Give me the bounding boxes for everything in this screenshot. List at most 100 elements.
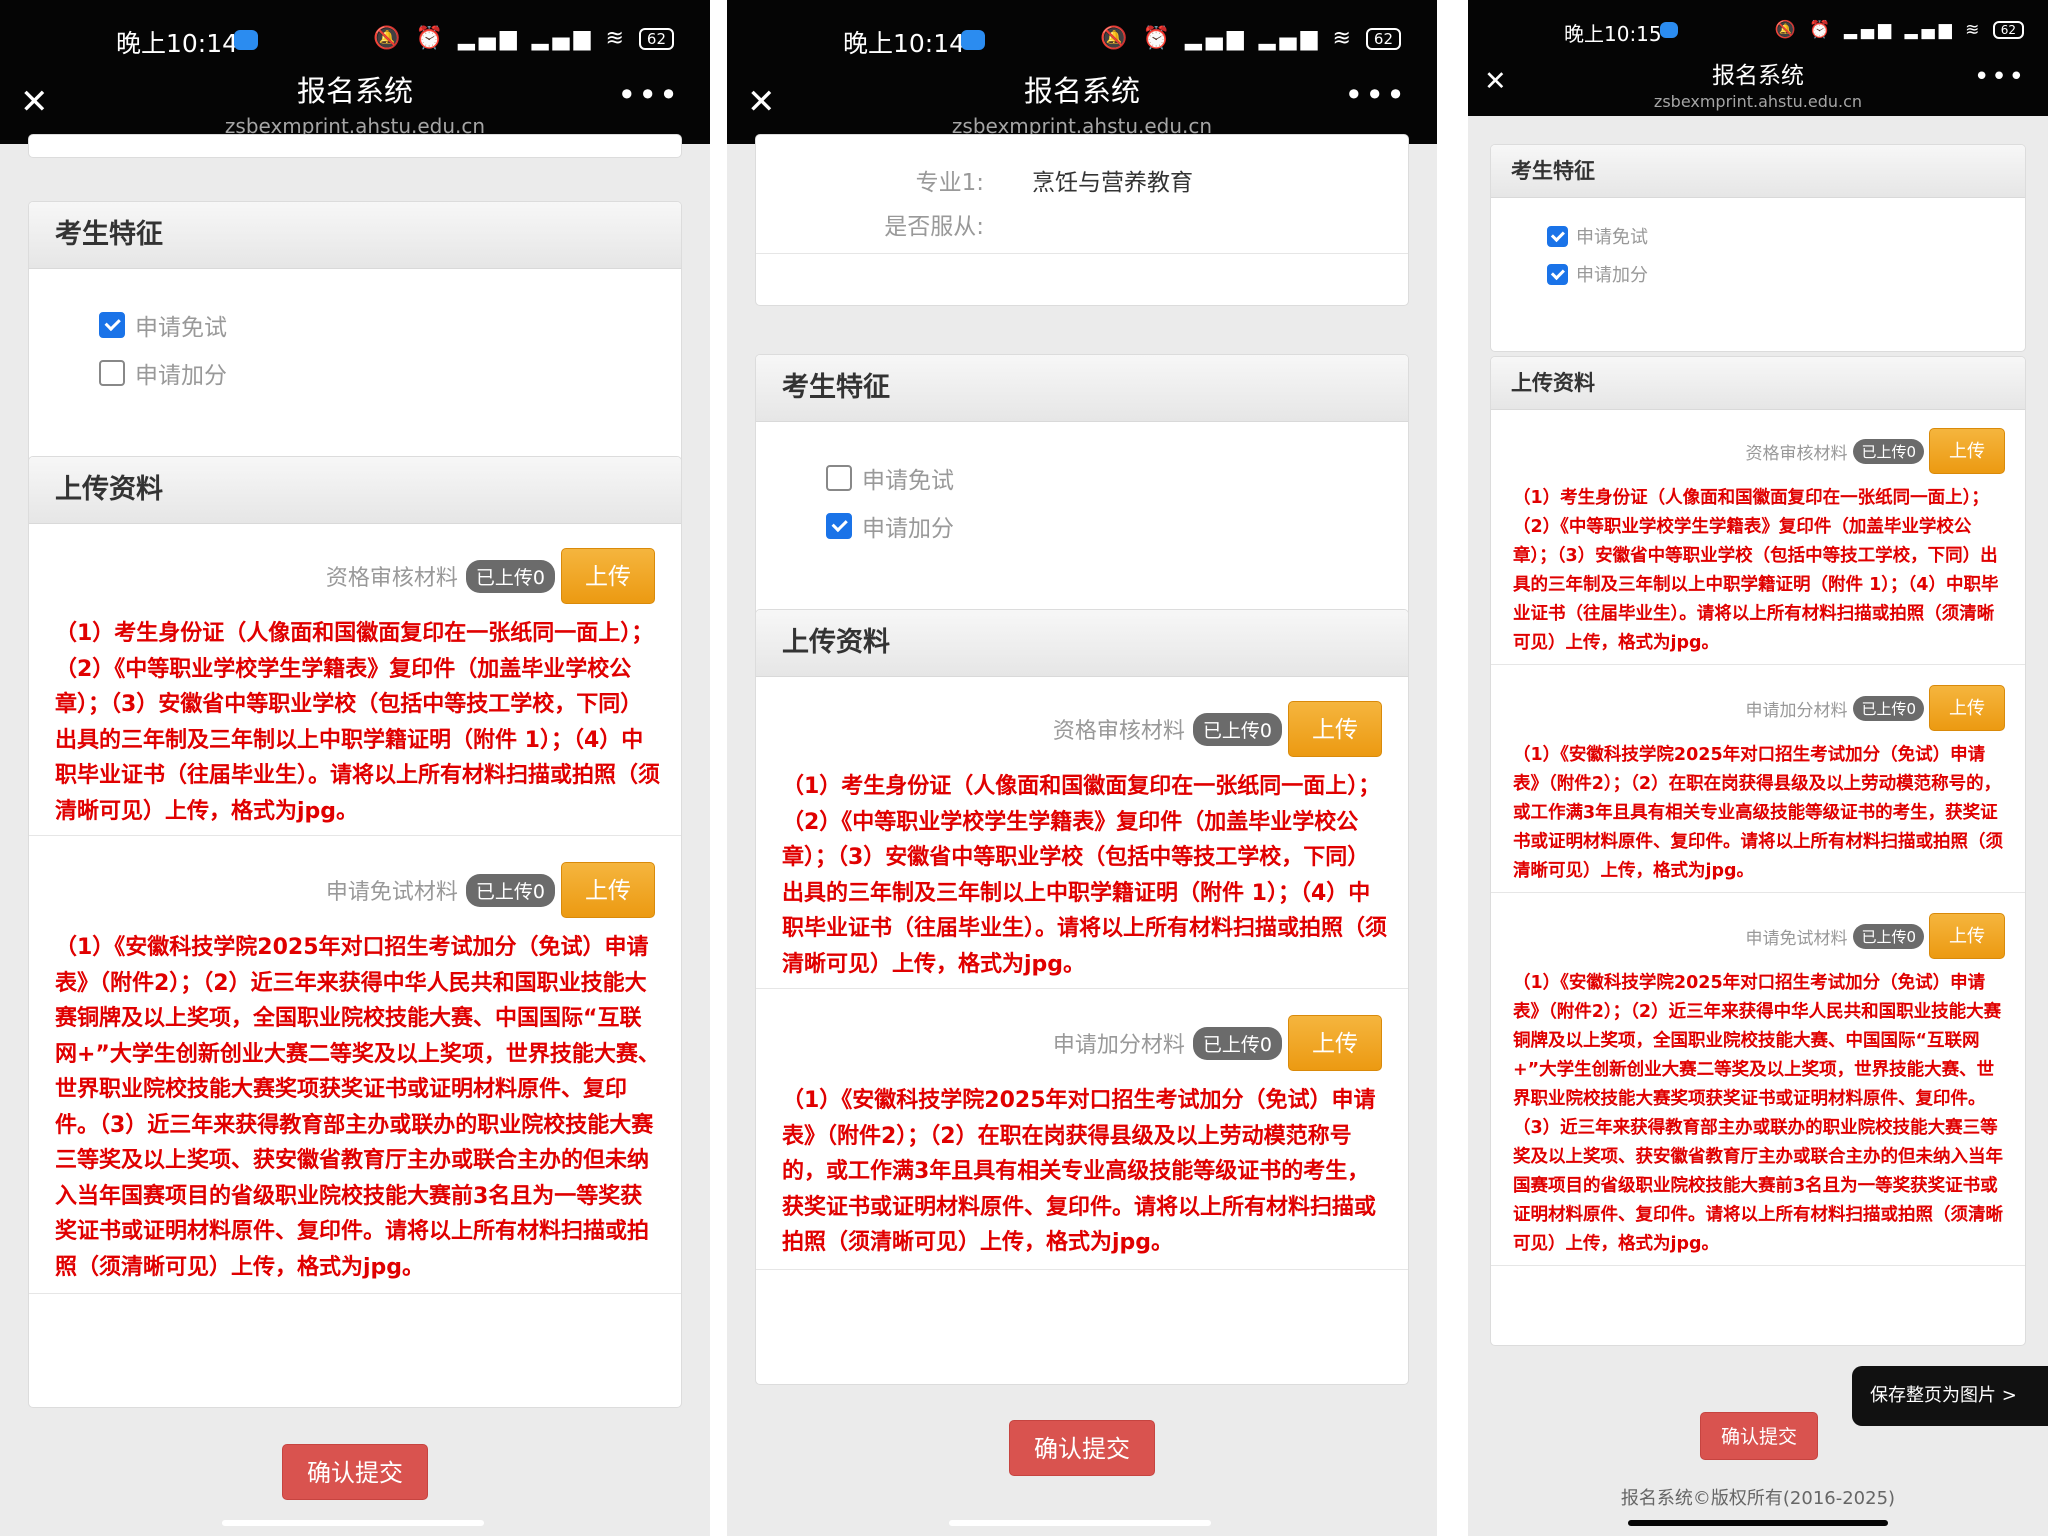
exempt-material-label: 申请免试材料	[1745, 928, 1848, 949]
bonus-upload-button[interactable]: 上传	[1288, 1015, 1382, 1071]
bonus-checkbox[interactable]	[1547, 263, 1568, 285]
exempt-description: （1）《安徽科技学院2025年对口招生考试加分（免试）申请表》（附件2）；（2）…	[55, 935, 660, 1280]
qual-description: （1）考生身份证（人像面和国徽面复印在一张纸同一面上）；（2）《中等职业学校学生…	[55, 621, 661, 824]
nav-title: 报名系统	[296, 74, 413, 108]
bonus-badge: 已上传0	[1192, 1026, 1282, 1060]
page-content: 专业1: 烹饪与营养教育 是否服从: 考生特征 申请免试 申请加分 上传资料 资…	[727, 134, 1437, 1536]
qual-badge: 已上传0	[1192, 712, 1282, 746]
battery-icon: 62	[638, 28, 674, 50]
top-bar: 晚上10:15 🔕 ⏰ ▂▄▆ ▂▄▆ ≋ 62 ✕ 报名系统 zsbexmpr…	[1468, 0, 2048, 116]
major1-label: 专业1:	[915, 170, 984, 196]
cloud-icon	[234, 30, 258, 50]
obey-label: 是否服从:	[884, 214, 984, 240]
exempt-checkbox[interactable]	[99, 312, 125, 338]
features-heading: 考生特征	[1491, 145, 2025, 198]
status-icons: 🔕 ⏰ ▂▄▆ ▂▄▆ ≋ 62	[1775, 20, 2024, 40]
divider	[756, 253, 1408, 254]
submit-button[interactable]: 确认提交	[1700, 1412, 1818, 1460]
bonus-checkbox[interactable]	[826, 513, 852, 539]
bonus-checkbox-row[interactable]: 申请加分	[826, 509, 954, 543]
features-heading: 考生特征	[29, 202, 681, 269]
bonus-checkbox-label: 申请加分	[1576, 265, 1648, 286]
bonus-material-label: 申请加分材料	[1745, 700, 1848, 721]
nav-title-block: 报名系统 zsbexmprint.ahstu.edu.cn	[1468, 56, 2048, 111]
qual-upload-row: 资格审核材料 已上传0 上传	[29, 524, 681, 604]
cloud-icon	[1660, 22, 1678, 38]
exempt-description: （1）《安徽科技学院2025年对口招生考试加分（免试）申请表》（附件2）；（2）…	[1513, 973, 2003, 1254]
qual-label: 资格审核材料	[1052, 719, 1185, 744]
upload-heading: 上传资料	[756, 610, 1408, 677]
features-heading: 考生特征	[756, 355, 1408, 422]
divider	[1491, 1265, 2025, 1266]
divider	[29, 1293, 681, 1294]
bonus-upload-row: 申请加分材料 已上传0 上传	[756, 989, 1408, 1071]
bonus-checkbox[interactable]	[99, 360, 125, 386]
upload-heading: 上传资料	[29, 457, 681, 524]
exempt-checkbox-label: 申请免试	[135, 315, 227, 341]
nav-title: 报名系统	[1712, 63, 1804, 89]
bonus-upload-row: 申请加分材料 已上传0 上传	[1491, 665, 2025, 731]
bonus-upload-button[interactable]: 上传	[1929, 685, 2005, 731]
nav-url: zsbexmprint.ahstu.edu.cn	[1653, 92, 1863, 111]
qual-badge: 已上传0	[1853, 438, 1924, 464]
bonus-checkbox-row[interactable]: 申请加分	[1547, 261, 1648, 287]
top-bar: 晚上10:14 🔕 ⏰ ▂▄▆ ▂▄▆ ≋ 62 ✕ 报名系统 zsbexmpr…	[727, 0, 1437, 144]
qual-upload-button[interactable]: 上传	[1288, 701, 1382, 757]
bonus-material-label: 申请加分材料	[1052, 1033, 1185, 1058]
more-icon[interactable]: •••	[1344, 76, 1407, 114]
qual-label: 资格审核材料	[1745, 443, 1848, 464]
status-time: 晚上10:14	[843, 29, 966, 58]
exempt-checkbox-label: 申请免试	[1576, 227, 1648, 248]
major1-value: 烹饪与营养教育	[1032, 170, 1193, 196]
page-content: 考生特征 申请免试 申请加分 上传资料 资格审核材料 已上传0 上传 （1）考生…	[1468, 116, 2048, 1536]
qual-upload-row: 资格审核材料 已上传0 上传	[1491, 410, 2025, 474]
bonus-description: （1）《安徽科技学院2025年对口招生考试加分（免试）申请表》（附件2）；（2）…	[782, 1088, 1377, 1255]
screenshot-panel-2: 晚上10:14 🔕 ⏰ ▂▄▆ ▂▄▆ ≋ 62 ✕ 报名系统 zsbexmpr…	[727, 0, 1437, 1536]
nav-title-block: 报名系统 zsbexmprint.ahstu.edu.cn	[0, 68, 710, 138]
bonus-badge: 已上传0	[1853, 695, 1924, 721]
bonus-checkbox-row[interactable]: 申请加分	[99, 356, 227, 390]
qual-label: 资格审核材料	[325, 566, 458, 591]
qual-upload-button[interactable]: 上传	[561, 548, 655, 604]
screenshot-panel-1: 晚上10:14 🔕 ⏰ ▂▄▆ ▂▄▆ ≋ 62 ✕ 报名系统 zsbexmpr…	[0, 0, 710, 1536]
previous-card-bottom	[28, 134, 682, 158]
exempt-upload-row: 申请免试材料 已上传0 上传	[29, 836, 681, 918]
more-icon[interactable]: •••	[617, 76, 680, 114]
status-time: 晚上10:14	[116, 29, 239, 58]
more-icon[interactable]: •••	[1974, 62, 2026, 92]
qual-upload-button[interactable]: 上传	[1929, 428, 2005, 474]
exempt-checkbox-label: 申请免试	[862, 468, 954, 494]
exempt-material-label: 申请免试材料	[325, 880, 458, 905]
home-indicator	[222, 1520, 484, 1526]
major-card: 专业1: 烹饪与营养教育 是否服从:	[755, 134, 1409, 306]
upload-card: 上传资料 资格审核材料 已上传0 上传 （1）考生身份证（人像面和国徽面复印在一…	[28, 456, 682, 1408]
exempt-checkbox[interactable]	[826, 465, 852, 491]
exempt-upload-button[interactable]: 上传	[561, 862, 655, 918]
qual-upload-row: 资格审核材料 已上传0 上传	[756, 677, 1408, 757]
status-bar: 晚上10:14 🔕 ⏰ ▂▄▆ ▂▄▆ ≋ 62	[727, 22, 1437, 62]
exempt-checkbox-row[interactable]: 申请免试	[1547, 223, 1648, 249]
exempt-badge: 已上传0	[1853, 923, 1924, 949]
bonus-checkbox-label: 申请加分	[862, 516, 954, 542]
exempt-badge: 已上传0	[465, 873, 555, 907]
upload-card: 上传资料 资格审核材料 已上传0 上传 （1）考生身份证（人像面和国徽面复印在一…	[755, 609, 1409, 1385]
exempt-checkbox[interactable]	[1547, 225, 1568, 247]
screenshot-panel-3: 晚上10:15 🔕 ⏰ ▂▄▆ ▂▄▆ ≋ 62 ✕ 报名系统 zsbexmpr…	[1468, 0, 2048, 1536]
exempt-upload-button[interactable]: 上传	[1929, 913, 2005, 959]
bonus-checkbox-label: 申请加分	[135, 363, 227, 389]
exempt-checkbox-row[interactable]: 申请免试	[99, 308, 227, 342]
save-page-as-image-button[interactable]: 保存整页为图片 >	[1852, 1366, 2048, 1426]
exempt-checkbox-row[interactable]: 申请免试	[826, 461, 954, 495]
nav-title: 报名系统	[1023, 74, 1140, 108]
nav-title-block: 报名系统 zsbexmprint.ahstu.edu.cn	[727, 68, 1437, 138]
submit-button[interactable]: 确认提交	[1009, 1420, 1155, 1476]
status-icons: 🔕 ⏰ ▂▄▆ ▂▄▆ ≋ 62	[373, 26, 674, 51]
page-content: 考生特征 申请免试 申请加分 上传资料 资格审核材料 已上传0 上传 （1）考生…	[0, 134, 710, 1536]
exempt-upload-row: 申请免试材料 已上传0 上传	[1491, 893, 2025, 959]
home-indicator	[949, 1520, 1211, 1526]
upload-card: 上传资料 资格审核材料 已上传0 上传 （1）考生身份证（人像面和国徽面复印在一…	[1490, 356, 2026, 1346]
upload-heading: 上传资料	[1491, 357, 2025, 410]
divider	[756, 1268, 1408, 1270]
submit-button[interactable]: 确认提交	[282, 1444, 428, 1500]
status-bar: 晚上10:15 🔕 ⏰ ▂▄▆ ▂▄▆ ≋ 62	[1468, 16, 2048, 56]
